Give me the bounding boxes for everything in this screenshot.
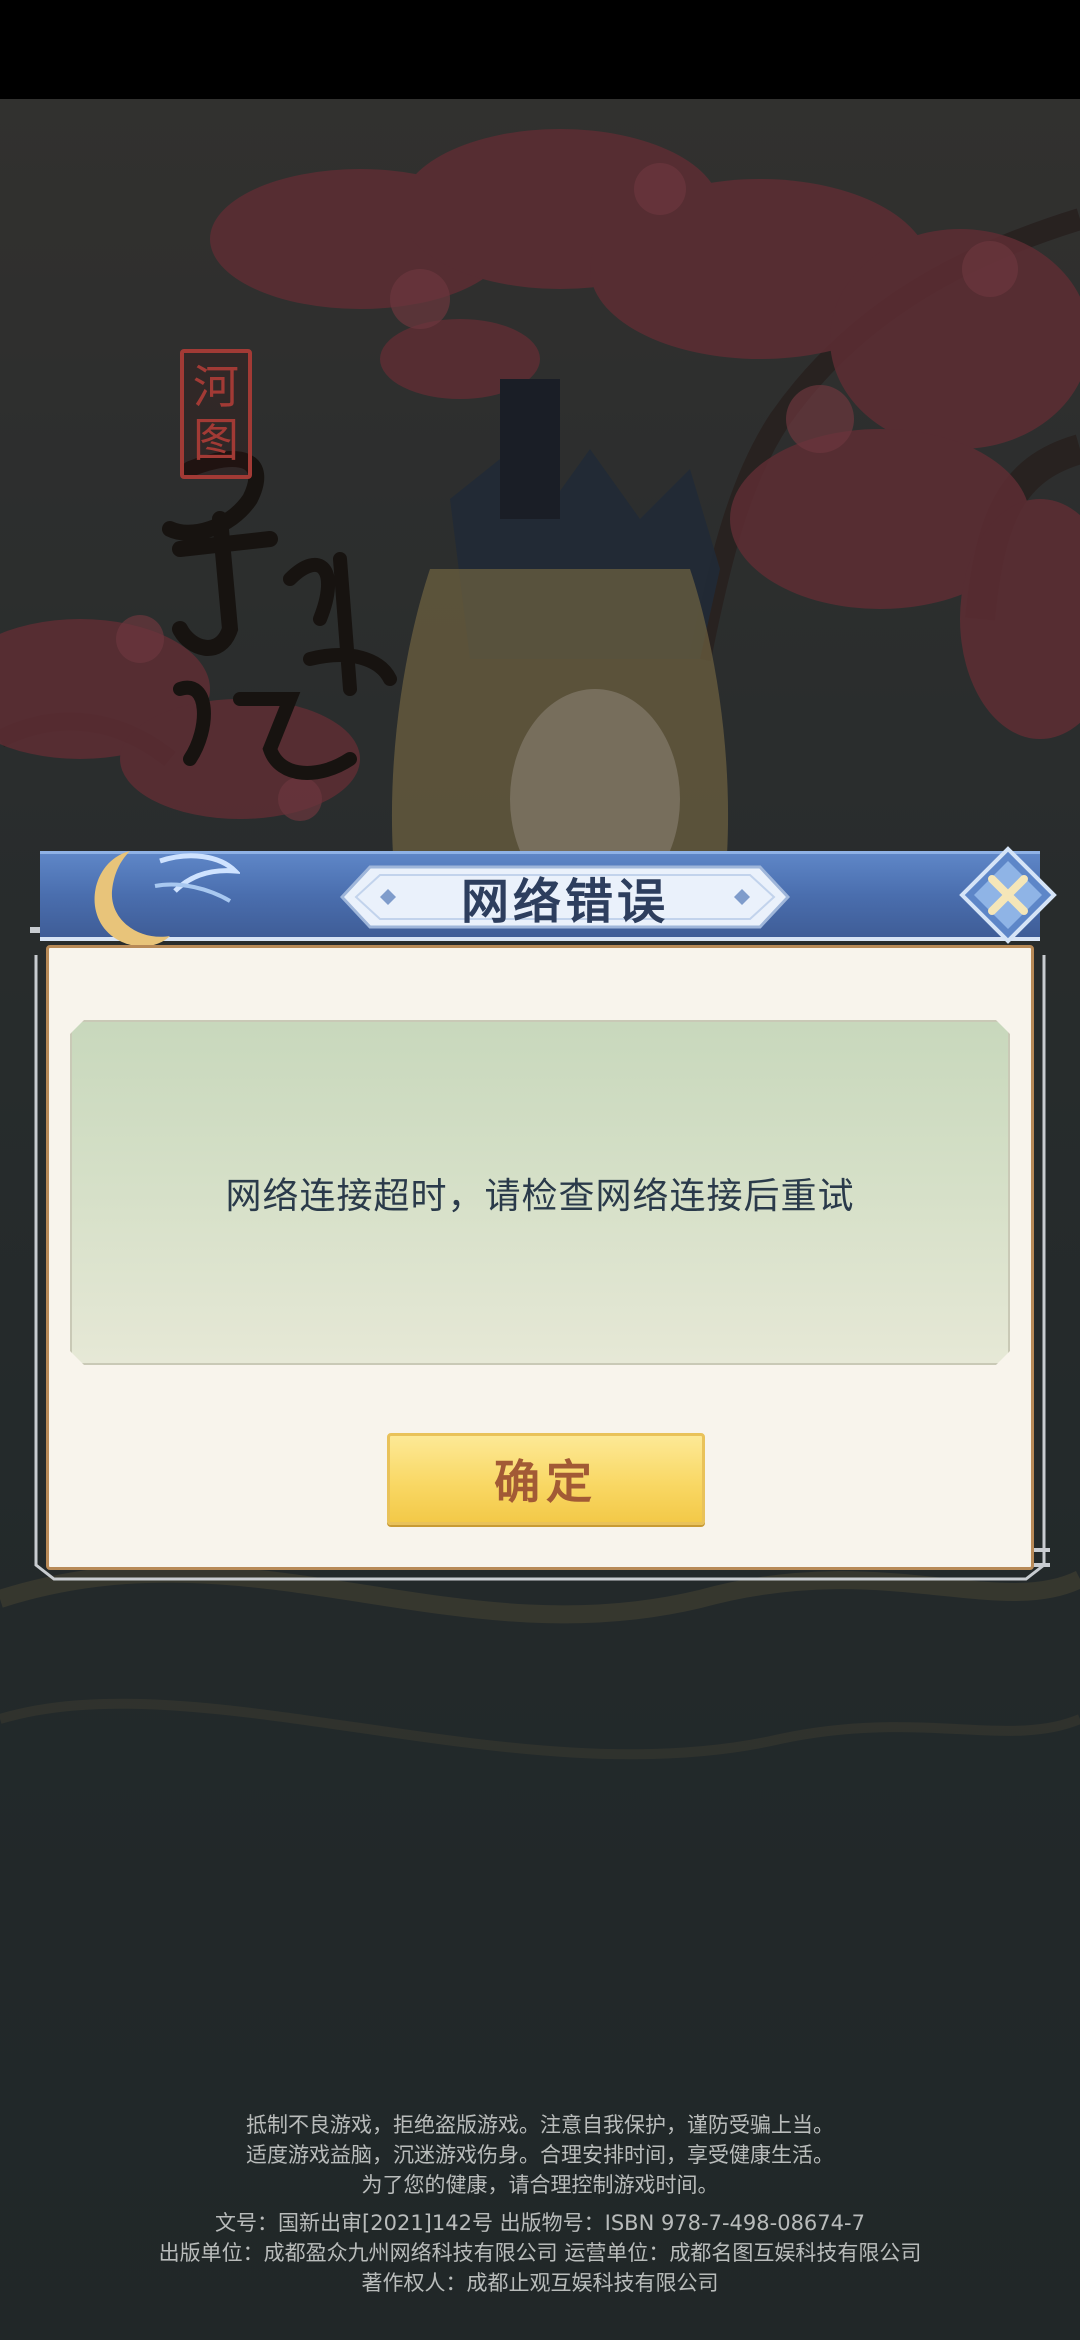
logo-seal-char-2: 图: [193, 413, 239, 467]
dialog-title: 网络错误: [460, 874, 669, 930]
health-notice-footer: 抵制不良游戏，拒绝盗版游戏。注意自我保护，谨防受骗上当。 适度游戏益脑，沉迷游戏…: [0, 2110, 1080, 2298]
crescent-moon-ornament: [94, 851, 240, 947]
status-bar: [0, 0, 1080, 99]
publication-line-1: 文号：国新出审[2021]142号 出版物号：ISBN 978-7-498-08…: [215, 2211, 865, 2235]
error-message: 网络连接超时，请检查网络连接后重试: [225, 1175, 855, 1217]
logo-seal: 河 图: [180, 349, 252, 479]
game-logo: [162, 451, 397, 780]
message-box: 网络连接超时，请检查网络连接后重试: [70, 1020, 1010, 1365]
close-x-icon: [959, 846, 1057, 944]
network-error-dialog: 网络错误 网络连接超时，请检查网络连接后重试 确定: [30, 845, 1057, 1585]
confirm-button[interactable]: 确定: [387, 1433, 705, 1525]
publication-line-3: 著作权人：成都止观互娱科技有限公司: [361, 2271, 719, 2295]
health-notice-line-3: 为了您的健康，请合理控制游戏时间。: [361, 2173, 719, 2197]
close-button[interactable]: [958, 845, 1058, 945]
health-notice-line-1: 抵制不良游戏，拒绝盗版游戏。注意自我保护，谨防受骗上当。: [246, 2113, 834, 2137]
publication-line-2: 出版单位：成都盈众九州网络科技有限公司 运营单位：成都名图互娱科技有限公司: [158, 2241, 922, 2265]
logo-seal-char-1: 河: [193, 360, 239, 415]
confirm-label: 确定: [494, 1455, 598, 1509]
health-notice-line-2: 适度游戏益脑，沉迷游戏伤身。合理安排时间，享受健康生活。: [246, 2143, 834, 2167]
